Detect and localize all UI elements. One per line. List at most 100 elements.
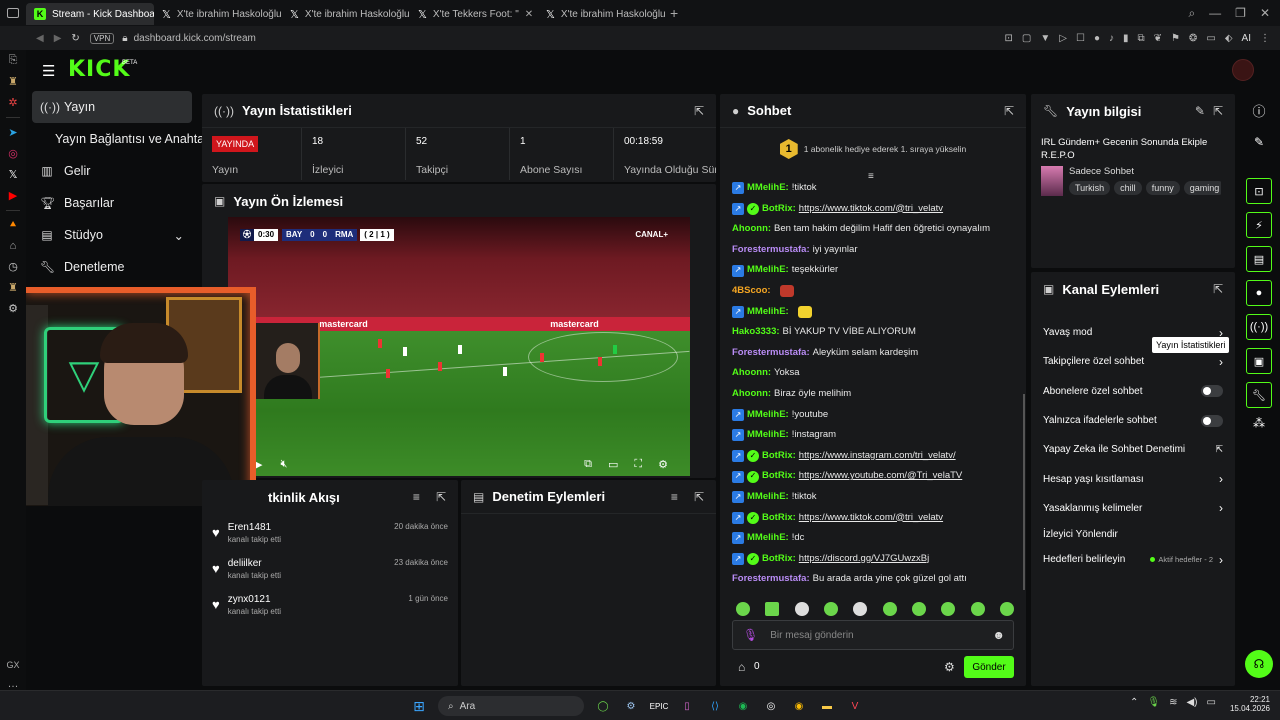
activity-user[interactable]: Eren1481 [228,522,394,533]
emote-icon[interactable] [911,602,926,616]
lightning-button[interactable]: ⚡︎ [1246,212,1272,238]
sidebar-gx-icon[interactable]: GX [6,660,19,670]
clock[interactable]: 22:21 15.04.2026 [1224,695,1270,713]
ai-label[interactable]: AI [1242,33,1251,44]
close-window-icon[interactable]: ✕ [1260,6,1270,20]
extension-icon[interactable]: ☐ [1076,33,1085,44]
emote-icon[interactable] [970,602,985,616]
subscribers-only-toggle[interactable] [1201,385,1223,398]
nav-item-yayin[interactable]: ((·)) Yayın [32,91,192,123]
close-icon[interactable]: ✕ [525,9,533,20]
minimize-icon[interactable]: — [1209,6,1221,20]
popout-icon[interactable]: ⇱ [436,490,446,504]
emote-icon[interactable] [823,602,838,616]
emote-icon[interactable] [999,602,1014,616]
more-menu-icon[interactable]: ⋮ [1260,33,1270,44]
chat-username[interactable]: MMelihE: [747,178,789,199]
nav-item-stream-key[interactable]: Yayın Bağlantısı ve Anahtarı [26,123,212,155]
history-icon[interactable]: ◷ [8,260,18,273]
chat-username[interactable]: MMelihE: [747,487,789,508]
instagram-icon[interactable]: ◎ [8,147,18,160]
new-tab-button[interactable]: + [670,5,678,21]
tab-x-3[interactable]: 𝕏 X'te Tekkers Foot: " ✕ [410,3,538,25]
nav-item-denetleme[interactable]: 🔧︎ Denetleme [26,251,198,283]
chat-username[interactable]: Ahoonn: [732,363,771,384]
chat-username[interactable]: Ahoonn: [732,384,771,405]
emotes-only-toggle[interactable] [1201,414,1223,427]
extension-icon[interactable]: ❦ [1154,33,1162,44]
pip-icon[interactable]: ⧉ [584,458,592,471]
activity-user[interactable]: zynx0121 [228,594,409,605]
action-ai-moderation[interactable]: Yapay Zeka ile Sohbet Denetimi ⇱ [1031,435,1235,464]
chrome-icon[interactable]: ◉ [790,697,808,715]
fullscreen-icon[interactable]: ⛶ [634,458,642,471]
extension-icon[interactable]: ♪ [1109,33,1114,44]
emote-icon[interactable] [941,602,956,616]
popout-icon[interactable]: ⇱ [694,490,704,504]
sidebar-app-icon[interactable]: ⎘ [9,54,18,67]
app-icon[interactable]: ▯ [678,697,696,715]
emote-icon[interactable] [794,602,809,616]
action-banned-words[interactable]: Yasaklanmış kelimeler › [1031,494,1235,523]
file-explorer-icon[interactable]: ▬ [818,697,836,715]
actions-button[interactable]: ▣ [1246,348,1272,374]
chat-link[interactable]: https://www.tiktok.com/@tri_velatv [799,199,943,220]
extension-icon[interactable]: ⬖ [1225,33,1233,44]
shield-icon[interactable]: ▼ [1040,33,1050,44]
tab-x-4[interactable]: 𝕏 X'te ibrahim Haskoloğlu: " [538,3,666,25]
x-icon[interactable]: 𝕏 [9,168,18,181]
info-icon[interactable]: ⓘ [1252,98,1265,122]
emote-icon[interactable] [765,602,780,616]
tab-x-1[interactable]: 𝕏 X'te ibrahim Haskoloğlu: " [154,3,282,25]
tab-kick-dashboard[interactable]: K Stream - Kick Dashboard [26,3,154,25]
volume-icon[interactable]: ◀︎) [1186,697,1197,708]
valorant-icon[interactable]: V [846,697,864,715]
action-goals[interactable]: Hedefleri belirleyin Aktif hedefler - 2 › [1031,545,1235,574]
taskbar-search[interactable]: ⌕ Ara [438,696,584,716]
activity-user[interactable]: deliilker [228,558,394,569]
extension-icon[interactable]: ❂ [1189,33,1197,44]
action-raid[interactable]: İzleyici Yönlendir [1031,523,1235,545]
stream-stats-button[interactable]: ((·)) [1246,314,1272,340]
chat-settings-icon[interactable]: ⚙ [944,660,955,674]
sidebar-app-icon[interactable]: ⌂ [10,240,17,252]
more-icon[interactable]: … [8,678,19,690]
sidebar-app-icon[interactable]: ⯅ [9,219,18,232]
chat-username[interactable]: BotRix: [762,446,796,467]
nodes-icon[interactable]: ⁂ [1253,416,1265,430]
chat-username[interactable]: Forestermustafa: [732,343,810,364]
spotify-icon[interactable]: ◉ [734,697,752,715]
chat-button[interactable]: ● [1246,280,1272,306]
chat-link[interactable]: https://discord.gg/VJ7GUwzxBj [799,549,929,570]
chevron-down-icon[interactable]: ⌄ [174,228,184,243]
chat-username[interactable]: BotRix: [762,549,796,570]
filter-icon[interactable]: ≡ [413,490,420,504]
avatar[interactable] [1232,59,1254,81]
sidebar-app-icon[interactable]: ♜ [8,281,18,294]
telegram-icon[interactable]: ➤ [8,126,17,139]
steam-icon[interactable]: ⚙ [622,697,640,715]
chat-username[interactable]: Forestermustafa: [732,240,810,261]
mic-tray-icon[interactable]: 🎙︎ [1147,697,1160,708]
nav-item-studyo[interactable]: ▤ Stüdyo ⌄ [26,219,198,251]
app-icon[interactable]: ◎ [762,697,780,715]
support-button[interactable]: ☊ [1245,650,1273,678]
category-thumbnail[interactable] [1041,166,1063,196]
chat-username[interactable]: Forestermustafa: [732,569,810,590]
extension-icon[interactable]: ⧉ [1138,33,1145,44]
chat-username[interactable]: BotRix: [762,508,796,529]
popout-icon[interactable]: ⇱ [1213,282,1223,296]
gift-leaderboard[interactable]: 1 1 abonelik hediye ederek 1. sıraya yük… [720,128,1026,170]
battery-icon[interactable]: ▭ [1207,697,1216,708]
emoji-icon[interactable]: ☻ [992,628,1005,642]
settings-icon[interactable]: ⚙ [8,302,18,315]
play-icon[interactable]: ▷ [1059,33,1067,44]
youtube-icon[interactable]: ▶ [9,189,17,202]
emote-icon[interactable] [736,602,750,616]
chat-username[interactable]: BotRix: [762,466,796,487]
popout-icon[interactable]: ⇱ [1213,104,1223,118]
notes-button[interactable]: ▤ [1246,246,1272,272]
vscode-icon[interactable]: ⟨⟩ [706,697,724,715]
popout-icon[interactable]: ⇱ [1004,104,1014,118]
screenshot-icon[interactable]: ▢ [1022,33,1031,44]
